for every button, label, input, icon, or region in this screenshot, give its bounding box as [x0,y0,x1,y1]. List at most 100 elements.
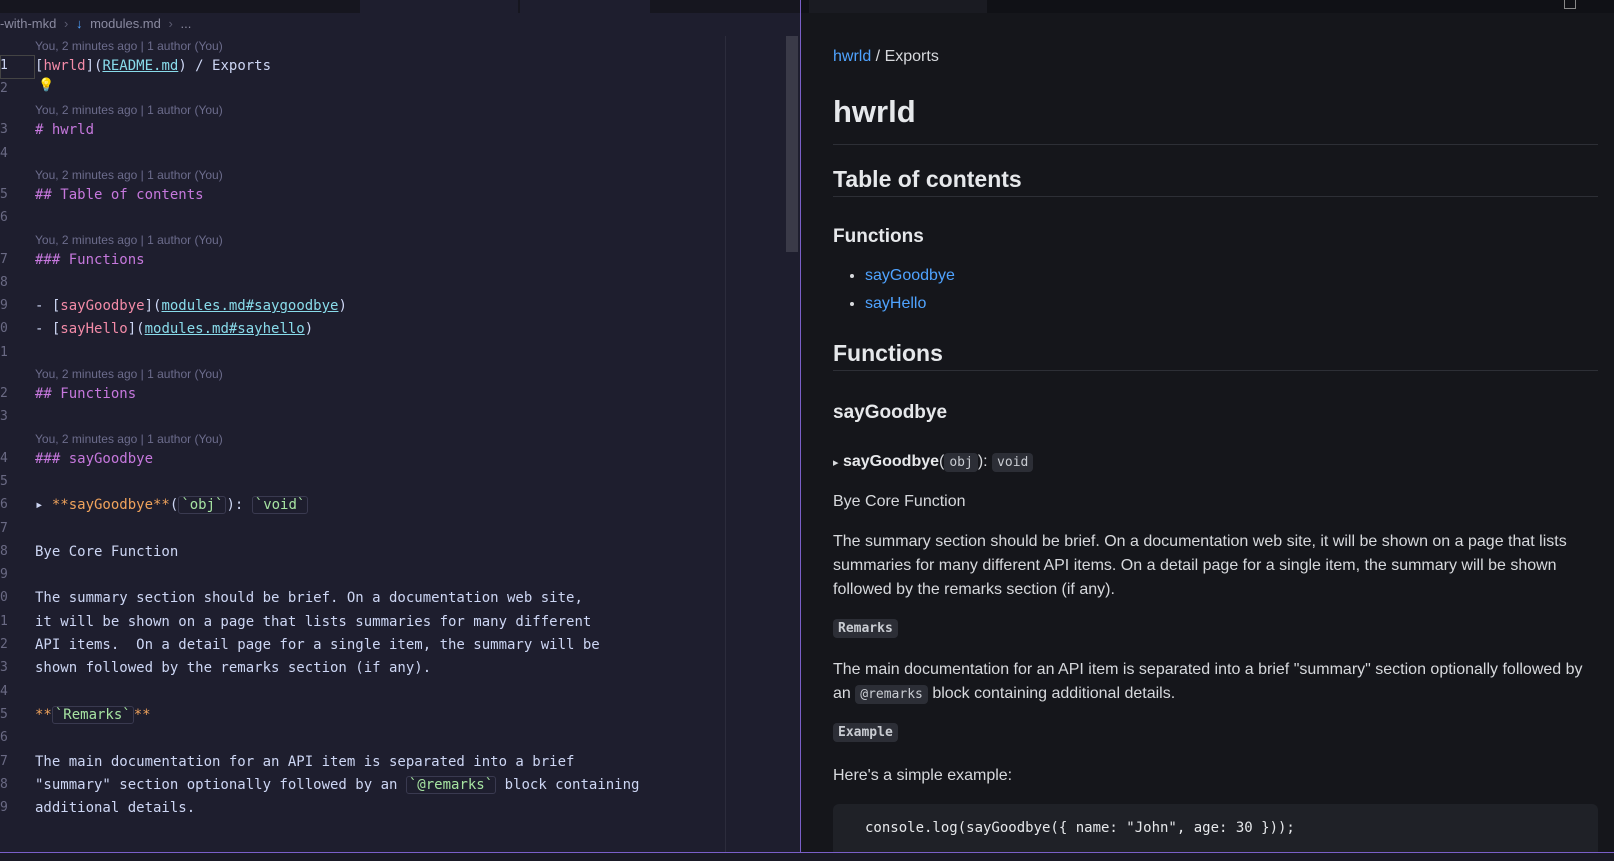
split-editor-icon[interactable] [1564,0,1576,9]
summary-paragraph: The summary section should be brief. On … [833,533,1567,598]
code-token: ### Functions [35,251,145,268]
code-text: # hwrld [35,118,94,142]
remarks-text-b: block containing additional details. [927,685,1176,702]
code-token: README.md [102,58,179,74]
line-number: 9 [0,567,8,583]
line-number: 7 [0,520,8,536]
toc-link-saygoodbye[interactable]: sayGoodbye [865,267,955,284]
breadcrumb-rest: / Exports [871,48,939,65]
editor-tab[interactable] [520,0,650,13]
line-number: 0 [0,590,8,606]
code-token: `@remarks` [405,775,497,794]
signature-name: sayGoodbye [842,453,940,470]
line-number: 4 [0,145,8,161]
code-token: ]( [85,58,103,74]
editor-tab[interactable] [360,0,518,13]
line-number: 8 [0,543,8,559]
editor-pane: -with-mkd › ↓ modules.md › ... You, 2 mi… [0,0,800,860]
code-token: The main documentation for an API item i… [35,753,575,770]
chevron-right-icon: › [168,16,173,31]
code-token: ## Table of contents [35,186,204,203]
preview-breadcrumb: hwrld / Exports [833,48,1598,66]
code-token: ** [35,706,52,723]
code-token: - [ [35,298,61,315]
code-block-line: console.log(sayGoodbye({ name: "John", a… [865,820,1295,836]
git-blame-annotation: You, 2 minutes ago | 1 author (You) [35,167,223,182]
remarks-label: Remarks [833,616,1598,641]
home-link[interactable]: hwrld [833,48,871,65]
code-token: **sayGoodbye** [51,497,170,514]
line-number: 5 [0,473,8,489]
line-number: 8 [0,274,8,290]
code-token: `void` [251,496,309,515]
code-token: shown followed by the remarks section (i… [35,660,432,677]
list-item: sayGoodbye [865,262,1598,290]
line-number: 7 [0,753,8,769]
code-token: hwrld [43,58,86,74]
code-text: it will be shown on a page that lists su… [35,610,591,634]
code-token: ### sayGoodbye [35,450,154,467]
git-blame-annotation: You, 2 minutes ago | 1 author (You) [35,367,223,381]
line-number: 9 [0,800,8,816]
line-number: 9 [0,298,8,314]
git-blame-annotation: You, 2 minutes ago | 1 author (You) [35,431,223,446]
code-text: API items. On a detail page for a single… [35,633,600,657]
line-number: 6 [0,730,8,746]
code-token: The summary section should be brief. On … [35,590,583,607]
code-text: Bye Core Function [35,540,178,564]
code-token: additional details. [35,800,196,817]
line-number: 0 [0,321,8,337]
code-text: - [sayGoodbye](modules.md#saygoodbye) [35,294,347,318]
code-token: ## Functions [35,386,137,402]
triangle-right-icon: ▸ [833,457,839,469]
breadcrumb-folder[interactable]: -with-mkd [0,16,56,31]
line-number: 1 [0,58,8,73]
scrollbar-thumb[interactable] [786,36,798,252]
signature-return: void [992,453,1034,472]
code-text: ## Functions [35,382,136,406]
toc-link-sayhello[interactable]: sayHello [865,295,926,312]
code-token: `Remarks` [51,705,134,724]
line-number: 3 [0,660,8,676]
remarks-code: Remarks [833,619,898,638]
markdown-preview: hwrld / Exports hwrld Table of contents … [801,0,1614,860]
line-number: 2 [0,386,8,401]
line-number: 6 [0,210,8,226]
line-number: 4 [0,683,8,699]
breadcrumb-file[interactable]: modules.md [90,16,161,31]
code-token: ) / Exports [178,58,272,74]
ruler-line [725,36,726,860]
code-token: # hwrld [35,122,95,139]
toc-heading: Table of contents [833,166,1598,197]
line-number: 2 [0,637,8,652]
breadcrumb: -with-mkd › ↓ modules.md › ... [0,13,195,35]
code-area[interactable]: You, 2 minutes ago | 1 author (You) 1 [hwr… [0,36,725,860]
breadcrumb-more[interactable]: ... [180,16,191,31]
code-token: ) [338,298,347,315]
code-token: Bye Core Function [35,543,179,560]
line-number: 8 [0,776,8,792]
functions-heading: Functions [833,340,1598,371]
markdown-icon: ↓ [75,16,83,31]
code-token: modules.md#saygoodbye [161,298,339,315]
code-text: ### Functions [35,248,145,272]
remarks-inline-code: @remarks [855,685,928,704]
code-text: shown followed by the remarks section (i… [35,656,431,680]
code-text: ## Table of contents [35,183,204,207]
signature-param: obj [944,453,978,472]
code-token: "summary" section optionally followed by… [35,776,406,793]
line-number: 4 [0,450,8,466]
code-token: block containing [496,776,640,793]
function-heading: sayGoodbye [833,402,948,423]
line-number: 1 [0,344,8,360]
code-text: "summary" section optionally followed by… [35,773,639,797]
code-text: The summary section should be brief. On … [35,586,583,610]
line-number: 1 [0,613,8,629]
code-token: sayGoodbye [60,298,145,315]
function-signature: ▸ sayGoodbye(obj): void [833,450,1598,475]
code-text: ** `Remarks` ** [35,703,151,727]
preview-tab[interactable] [809,0,987,13]
editor-tab-bar [0,0,800,13]
lightbulb-icon[interactable]: 💡 [38,77,54,93]
toc-list: sayGoodbye sayHello [833,262,1598,318]
